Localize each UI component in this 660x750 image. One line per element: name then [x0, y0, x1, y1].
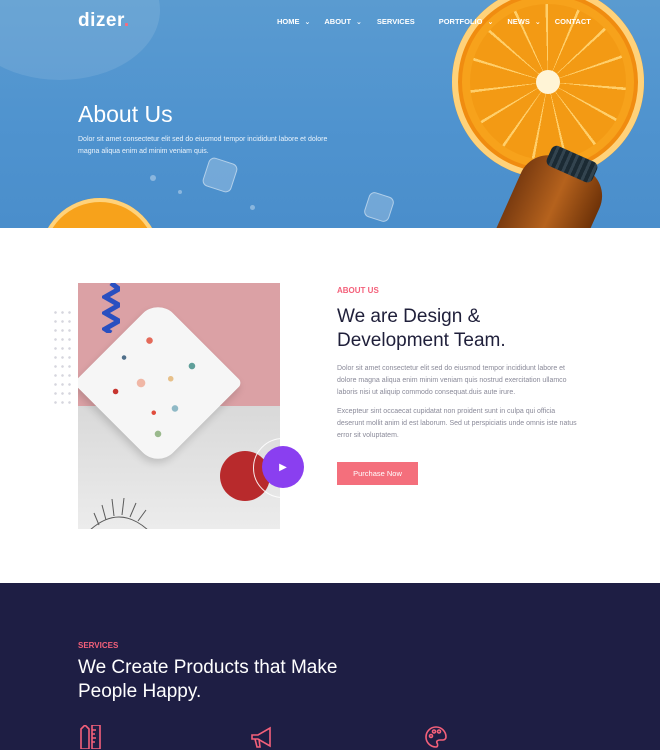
palette-icon: [425, 726, 447, 748]
orange-slice-image: [40, 198, 160, 228]
water-drop: [250, 205, 255, 210]
nav-label: NEWS: [507, 17, 530, 26]
nav-label: CONTACT: [554, 17, 591, 26]
nav-label: SERVICES: [376, 17, 415, 26]
purchase-now-button[interactable]: Purchase Now: [337, 462, 418, 485]
chevron-down-icon: ⌄: [487, 18, 494, 26]
play-video-button[interactable]: ▶: [262, 446, 304, 488]
nav-item-about[interactable]: ABOUT ⌄: [324, 17, 362, 26]
site-logo[interactable]: dizer.: [78, 10, 130, 32]
nav-item-contact[interactable]: CONTACT: [555, 17, 591, 26]
orange-slice-image: [452, 0, 644, 178]
chevron-down-icon: ⌄: [356, 18, 362, 26]
nav-label: PORTFOLIO: [438, 17, 483, 26]
water-drop: [178, 190, 182, 194]
about-paragraph: Excepteur sint occaecat cupidatat non pr…: [337, 408, 577, 439]
play-icon: ▶: [279, 461, 287, 473]
nav-label: ABOUT: [324, 17, 352, 26]
ice-cube-image: [362, 190, 396, 224]
nav-item-portfolio[interactable]: PORTFOLIO ⌄: [439, 17, 494, 26]
hero-banner: dizer. HOME ⌄ ABOUT ⌄ SERVICES PORTFOLIO…: [0, 0, 660, 228]
orange-core: [536, 70, 560, 94]
section-eyebrow: ABOUT US: [337, 286, 379, 295]
nav-item-news[interactable]: NEWS ⌄: [507, 17, 540, 26]
zigzag-shape: [102, 283, 120, 333]
about-section: ▶ ABOUT US We are Design & Development T…: [0, 228, 660, 583]
about-paragraph: Dolor sit amet consectetur elit sed do e…: [337, 365, 567, 396]
page-title: About Us: [78, 101, 173, 127]
megaphone-icon: [251, 726, 271, 748]
services-section: SERVICES We Create Products that Make Pe…: [0, 583, 660, 750]
section-eyebrow: SERVICES: [78, 641, 119, 650]
logo-dot: .: [123, 10, 130, 31]
dot-pattern: [52, 308, 74, 408]
main-nav: HOME ⌄ ABOUT ⌄ SERVICES PORTFOLIO ⌄ NEWS…: [270, 17, 591, 26]
nav-item-services[interactable]: SERVICES: [377, 17, 415, 26]
nav-label: HOME: [277, 17, 300, 26]
nav-item-home[interactable]: HOME ⌄: [277, 17, 310, 26]
palm-leaf-image: [90, 497, 148, 529]
chevron-down-icon: ⌄: [534, 18, 541, 26]
water-drop: [150, 175, 156, 181]
ice-cube-image: [201, 156, 239, 194]
about-image: [78, 283, 280, 529]
ruler-pencil-icon: [80, 725, 101, 749]
chevron-down-icon: ⌄: [304, 18, 311, 26]
hero-description: Dolor sit amet consectetur elit sed do e…: [78, 136, 328, 155]
about-heading: We are Design & Development Team.: [337, 306, 506, 351]
logo-text: dizer: [78, 10, 124, 31]
services-heading: We Create Products that Make People Happ…: [78, 657, 338, 702]
